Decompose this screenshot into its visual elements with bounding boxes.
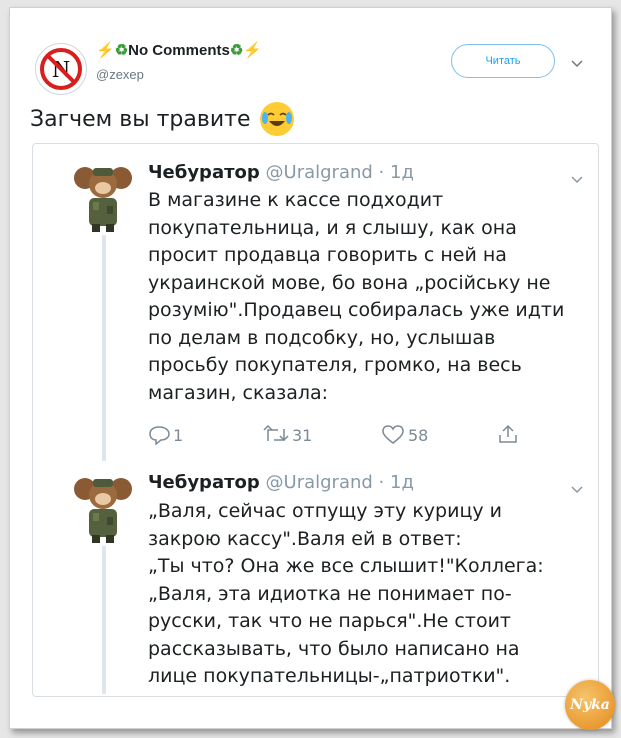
reply-icon xyxy=(149,426,170,445)
chevron-down-icon[interactable] xyxy=(570,480,584,499)
author-avatar[interactable] xyxy=(73,158,133,234)
tweet-line: закрою кассу".Валя ей в ответ: xyxy=(148,527,462,550)
tweet-line: лице покупательницы-„патриотки". xyxy=(148,665,511,687)
follow-button[interactable]: Читать xyxy=(451,44,555,78)
like-count: 58 xyxy=(408,425,429,445)
tweet-time[interactable]: · 1д xyxy=(379,472,414,493)
tweet-text: Загчем вы травите xyxy=(30,106,251,132)
tweet-time[interactable]: · 1д xyxy=(379,162,414,183)
no-sign-icon: N xyxy=(40,48,82,90)
tweet-line: „Ты что? Она же все слышит!"Коллега: xyxy=(148,555,544,577)
tweet-line: розумію".Продавец собиралась уже идти xyxy=(148,299,565,321)
chevron-down-icon[interactable] xyxy=(570,54,584,73)
recycle-icon: ♻ xyxy=(114,42,129,59)
author-handle[interactable]: @Uralgrand xyxy=(266,162,373,183)
tweet-header: Чебуратор @Uralgrand · 1д xyxy=(148,472,414,493)
tweet-line: В магазине к кассе подходит xyxy=(148,189,444,211)
author-name[interactable]: Чебуратор xyxy=(148,472,260,493)
account-name[interactable]: ⚡♻No Comments♻⚡ xyxy=(96,41,262,59)
lightning-icon: ⚡ xyxy=(243,42,262,59)
retweet-count: 31 xyxy=(292,425,313,445)
tweet-body: „Валя, сейчас отпущу эту курицу и закрою… xyxy=(148,498,568,691)
avatar[interactable]: N xyxy=(35,43,87,95)
share-button[interactable] xyxy=(497,423,522,445)
lightning-icon: ⚡ xyxy=(96,42,115,59)
tweet-line: русски, так что не парься".Не стоит xyxy=(148,610,511,632)
tweet-line: „Валя, эта идиотка не понимает по- xyxy=(148,582,512,605)
reply-button[interactable]: 1 xyxy=(148,425,183,445)
tweet-line: магазин, сказала: xyxy=(148,381,329,404)
tweet-header: Чебуратор @Uralgrand · 1д xyxy=(148,162,414,183)
site-watermark-logo: Nyka xyxy=(565,680,615,730)
recycle-icon: ♻ xyxy=(229,42,244,59)
tweet-line: покупательница, и я слышу, как она xyxy=(148,216,517,239)
tweet-line: по делам в подсобку, но, услышав xyxy=(148,326,496,349)
heart-icon xyxy=(382,425,404,444)
soldier-avatar-icon xyxy=(74,167,132,232)
retweet-icon xyxy=(263,425,289,442)
thread-connector-line xyxy=(102,235,106,461)
quoted-thread[interactable]: Чебуратор @Uralgrand · 1д В магазине к к… xyxy=(32,143,599,697)
soldier-avatar-icon xyxy=(74,478,132,543)
tweet-text-row: Загчем вы травите xyxy=(30,102,295,136)
like-button[interactable]: 58 xyxy=(381,425,428,445)
author-handle[interactable]: @Uralgrand xyxy=(266,472,373,493)
author-avatar[interactable] xyxy=(73,469,133,545)
tweet-line: украинской мове, бо вона „російську не xyxy=(148,271,551,294)
tweet-body: В магазине к кассе подходит покупательни… xyxy=(148,187,568,407)
reply-count: 1 xyxy=(173,425,184,445)
tweet-line: просьбу покупателя, громко, на весь xyxy=(148,354,522,376)
account-handle[interactable]: @zexep xyxy=(96,67,144,82)
author-name[interactable]: Чебуратор xyxy=(148,162,260,183)
laughing-tears-emoji-icon xyxy=(260,102,295,136)
share-icon xyxy=(499,424,517,443)
retweet-button[interactable]: 31 xyxy=(263,425,312,445)
thread-connector-line xyxy=(102,546,106,694)
tweet-card: N ⚡♻No Comments♻⚡ @zexep Читать Загчем в… xyxy=(9,7,615,730)
tweet-line: „Валя, сейчас отпущу эту курицу и xyxy=(148,500,503,522)
tweet-line: просит продавца говорить с ней на xyxy=(148,244,507,266)
chevron-down-icon[interactable] xyxy=(570,170,584,189)
tweet-line: рассказывать, что было написано на xyxy=(148,637,520,660)
